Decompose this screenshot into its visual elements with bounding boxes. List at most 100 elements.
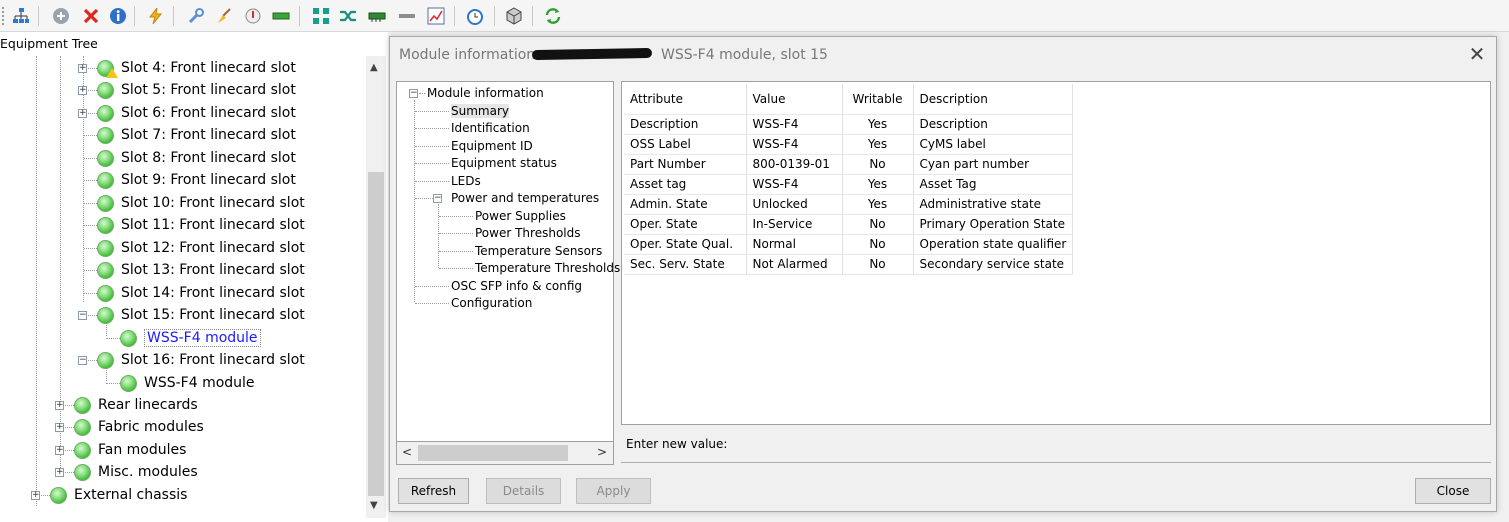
tree-item-power-thresholds[interactable]: Power Thresholds	[475, 226, 581, 240]
table-row[interactable]: Sec. Serv. State Not Alarmed No Secondary s…	[624, 254, 1074, 275]
lightning-icon[interactable]	[145, 5, 167, 27]
scroll-right-icon[interactable]: >	[597, 445, 607, 459]
table-cell[interactable]: Description	[624, 114, 747, 135]
table-cell[interactable]: WSS-F4	[746, 114, 843, 135]
table-cell[interactable]: Operation state qualifier	[913, 234, 1074, 255]
table-cell[interactable]: Part Number	[624, 154, 747, 175]
table-cell[interactable]: Oper. State Qual.	[624, 234, 747, 255]
table-cell[interactable]: No	[842, 214, 914, 235]
tree-item-equipment-id[interactable]: Equipment ID	[451, 139, 533, 153]
close-icon[interactable]: ✕	[1468, 44, 1486, 64]
tree-item-leds[interactable]: LEDs	[451, 174, 481, 188]
tree-node-slot-16[interactable]: Slot 16: Front linecard slot	[97, 349, 305, 371]
tree-item-identification[interactable]: Identification	[451, 121, 530, 135]
table-cell[interactable]: Asset tag	[624, 174, 747, 195]
table-row[interactable]: Description WSS-F4 Yes Description	[624, 114, 1074, 135]
tree-node-slot-8[interactable]: Slot 8: Front linecard slot	[97, 147, 296, 169]
table-cell[interactable]: 800-0139-01	[746, 154, 843, 175]
collapse-toggle[interactable]: −	[78, 311, 87, 320]
tree-item-power-and-temperatures[interactable]: Power and temperatures	[451, 191, 599, 205]
tree-item-temperature-thresholds[interactable]: Temperature Thresholds	[475, 261, 620, 275]
close-button[interactable]: Close	[1415, 478, 1491, 504]
table-cell[interactable]: No	[842, 154, 914, 175]
tree-node-misc-modules[interactable]: Misc. modules	[74, 461, 198, 483]
info-icon[interactable]	[107, 5, 129, 27]
scroll-thumb[interactable]	[368, 172, 384, 496]
table-cell[interactable]: WSS-F4	[746, 174, 843, 195]
tree-item-module-information[interactable]: Module information	[427, 86, 544, 100]
scroll-left-icon[interactable]: <	[402, 445, 412, 459]
tree-item-osc-sfp[interactable]: OSC SFP info & config	[451, 279, 582, 293]
table-cell[interactable]: No	[842, 254, 914, 275]
module-card-icon[interactable]	[270, 5, 292, 27]
table-cell[interactable]: Yes	[842, 174, 914, 195]
wrench-icon[interactable]	[185, 5, 207, 27]
table-row[interactable]: Admin. State Unlocked Yes Administrative st…	[624, 194, 1074, 215]
expand-toggle[interactable]: +	[78, 109, 87, 118]
scroll-up-icon[interactable]: ▲	[370, 62, 378, 73]
table-cell[interactable]: Yes	[842, 134, 914, 155]
alarm-clock-icon[interactable]	[464, 5, 486, 27]
refresh-button[interactable]: Refresh	[398, 478, 469, 504]
collapse-toggle[interactable]: −	[78, 356, 87, 365]
expand-toggle[interactable]: +	[55, 401, 64, 410]
delete-x-icon[interactable]	[80, 5, 102, 27]
apply-button[interactable]: Apply	[576, 478, 651, 504]
tree-node-fabric-modules[interactable]: Fabric modules	[74, 416, 204, 438]
expand-toggle[interactable]: +	[55, 423, 64, 432]
tree-node-wss-f4-slot-15[interactable]: WSS-F4 module	[120, 327, 261, 349]
expand-toggle[interactable]: +	[78, 64, 87, 73]
tree-scrollbar[interactable]: ▲ ▼	[366, 56, 386, 518]
table-cell[interactable]: In-Service	[746, 214, 843, 235]
new-value-input[interactable]	[621, 462, 1491, 463]
tree-node-slot-10[interactable]: Slot 10: Front linecard slot	[97, 192, 305, 214]
table-cell[interactable]: Not Alarmed	[746, 254, 843, 275]
board-icon[interactable]	[366, 5, 388, 27]
tree-node-fan-modules[interactable]: Fan modules	[74, 439, 186, 461]
tree-item-configuration[interactable]: Configuration	[451, 296, 532, 310]
scroll-down-icon[interactable]: ▼	[370, 500, 378, 511]
table-cell[interactable]: CyMS label	[913, 134, 1074, 155]
chart-icon[interactable]	[425, 5, 447, 27]
broom-icon[interactable]	[213, 5, 235, 27]
box-3d-icon[interactable]	[503, 5, 525, 27]
table-cell[interactable]: Oper. State	[624, 214, 747, 235]
tree-node-slot-9[interactable]: Slot 9: Front linecard slot	[97, 169, 296, 191]
collapse-toggle[interactable]: −	[409, 89, 418, 98]
tree-node-rear-linecards[interactable]: Rear linecards	[74, 394, 198, 416]
table-row[interactable]: Oper. State Qual. Normal No Operation state…	[624, 234, 1074, 255]
tree-node-wss-f4-slot-16[interactable]: WSS-F4 module	[120, 372, 255, 394]
tree-node-slot-4[interactable]: Slot 4: Front linecard slot	[97, 57, 296, 79]
shuffle-icon[interactable]	[337, 5, 359, 27]
table-cell[interactable]: No	[842, 234, 914, 255]
table-cell[interactable]: Primary Operation State	[913, 214, 1074, 235]
tree-node-slot-7[interactable]: Slot 7: Front linecard slot	[97, 124, 296, 146]
tree-item-power-supplies[interactable]: Power Supplies	[475, 209, 566, 223]
expand-icon[interactable]	[310, 5, 332, 27]
table-row[interactable]: Part Number 800-0139-01 No Cyan part number	[624, 154, 1074, 175]
expand-toggle[interactable]: +	[55, 468, 64, 477]
table-cell[interactable]: Administrative state	[913, 194, 1074, 215]
tree-horizontal-scrollbar[interactable]: < >	[396, 441, 614, 465]
tree-item-temperature-sensors[interactable]: Temperature Sensors	[475, 244, 602, 258]
details-button[interactable]: Details	[486, 478, 561, 504]
tree-node-slot-14[interactable]: Slot 14: Front linecard slot	[97, 282, 305, 304]
table-cell[interactable]: Unlocked	[746, 194, 843, 215]
table-cell[interactable]: Asset Tag	[913, 174, 1074, 195]
expand-toggle[interactable]: +	[55, 446, 64, 455]
table-row[interactable]: Asset tag WSS-F4 Yes Asset Tag	[624, 174, 1074, 195]
tree-item-summary[interactable]: Summary	[451, 104, 509, 118]
table-cell[interactable]: OSS Label	[624, 134, 747, 155]
bar-icon[interactable]	[396, 5, 418, 27]
table-cell[interactable]: Yes	[842, 194, 914, 215]
tree-node-slot-5[interactable]: Slot 5: Front linecard slot	[97, 79, 296, 101]
table-cell[interactable]: Description	[913, 114, 1074, 135]
tree-node-slot-13[interactable]: Slot 13: Front linecard slot	[97, 259, 305, 281]
tree-node-slot-15[interactable]: Slot 15: Front linecard slot	[97, 304, 305, 326]
table-cell[interactable]: Yes	[842, 114, 914, 135]
scroll-thumb[interactable]	[418, 445, 568, 461]
tree-node-slot-12[interactable]: Slot 12: Front linecard slot	[97, 237, 305, 259]
table-cell[interactable]: Admin. State	[624, 194, 747, 215]
collapse-toggle[interactable]: −	[433, 194, 442, 203]
table-cell[interactable]: Normal	[746, 234, 843, 255]
